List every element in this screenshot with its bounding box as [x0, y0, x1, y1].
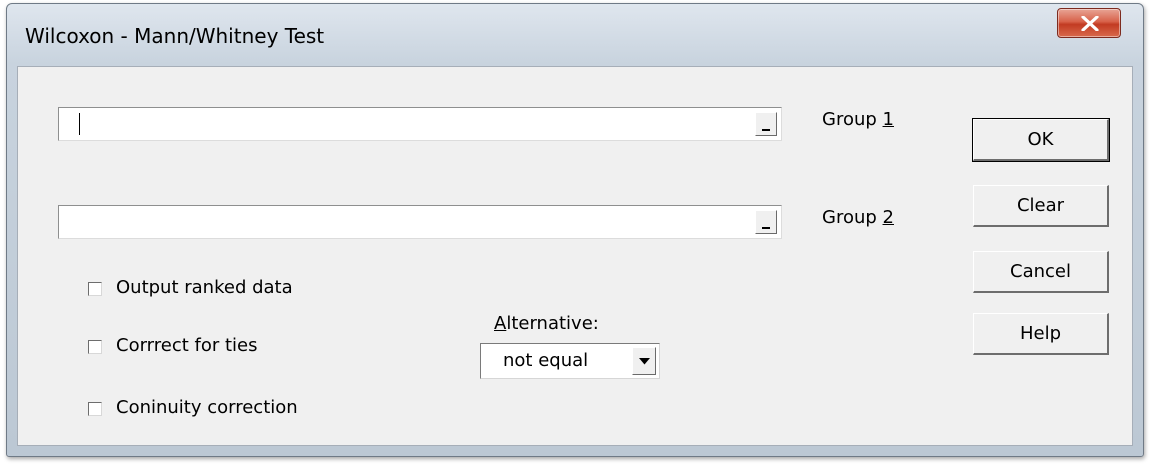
close-icon — [1081, 16, 1099, 31]
group1-input[interactable] — [59, 108, 749, 140]
group1-label: Group 1 — [822, 109, 894, 130]
close-button[interactable] — [1057, 8, 1121, 38]
dialog-window: Wilcoxon - Mann/Whitney Test Group 1 Gro… — [6, 3, 1144, 457]
continuity-correction-checkbox[interactable] — [88, 402, 102, 416]
alternative-label: Alternative: — [494, 313, 599, 334]
chevron-down-icon — [639, 358, 650, 365]
text-caret — [79, 113, 80, 135]
correct-for-ties-label: Corrrect for ties — [116, 335, 258, 356]
clear-button[interactable]: Clear — [973, 185, 1109, 227]
group2-label: Group 2 — [822, 207, 894, 228]
group2-input[interactable] — [59, 206, 749, 238]
ok-button[interactable]: OK — [972, 118, 1110, 162]
alternative-selected-value: not equal — [503, 350, 589, 371]
continuity-correction-label: Coninuity correction — [116, 397, 298, 418]
group1-range-field[interactable] — [58, 107, 782, 141]
group2-collapse-button[interactable] — [755, 210, 777, 234]
output-ranked-data-checkbox[interactable] — [88, 282, 102, 296]
help-button[interactable]: Help — [973, 313, 1109, 355]
title-bar[interactable]: Wilcoxon - Mann/Whitney Test — [7, 4, 1143, 66]
cancel-button[interactable]: Cancel — [973, 251, 1109, 293]
correct-for-ties-checkbox[interactable] — [88, 340, 102, 354]
alternative-dropdown-button[interactable] — [632, 347, 656, 375]
alternative-select[interactable]: not equal — [480, 343, 660, 379]
dialog-title: Wilcoxon - Mann/Whitney Test — [25, 24, 325, 48]
group1-collapse-button[interactable] — [755, 112, 777, 136]
dialog-body: Group 1 Group 2 Output ranked data Corrr… — [17, 66, 1133, 446]
output-ranked-data-label: Output ranked data — [116, 277, 293, 298]
group2-range-field[interactable] — [58, 205, 782, 239]
